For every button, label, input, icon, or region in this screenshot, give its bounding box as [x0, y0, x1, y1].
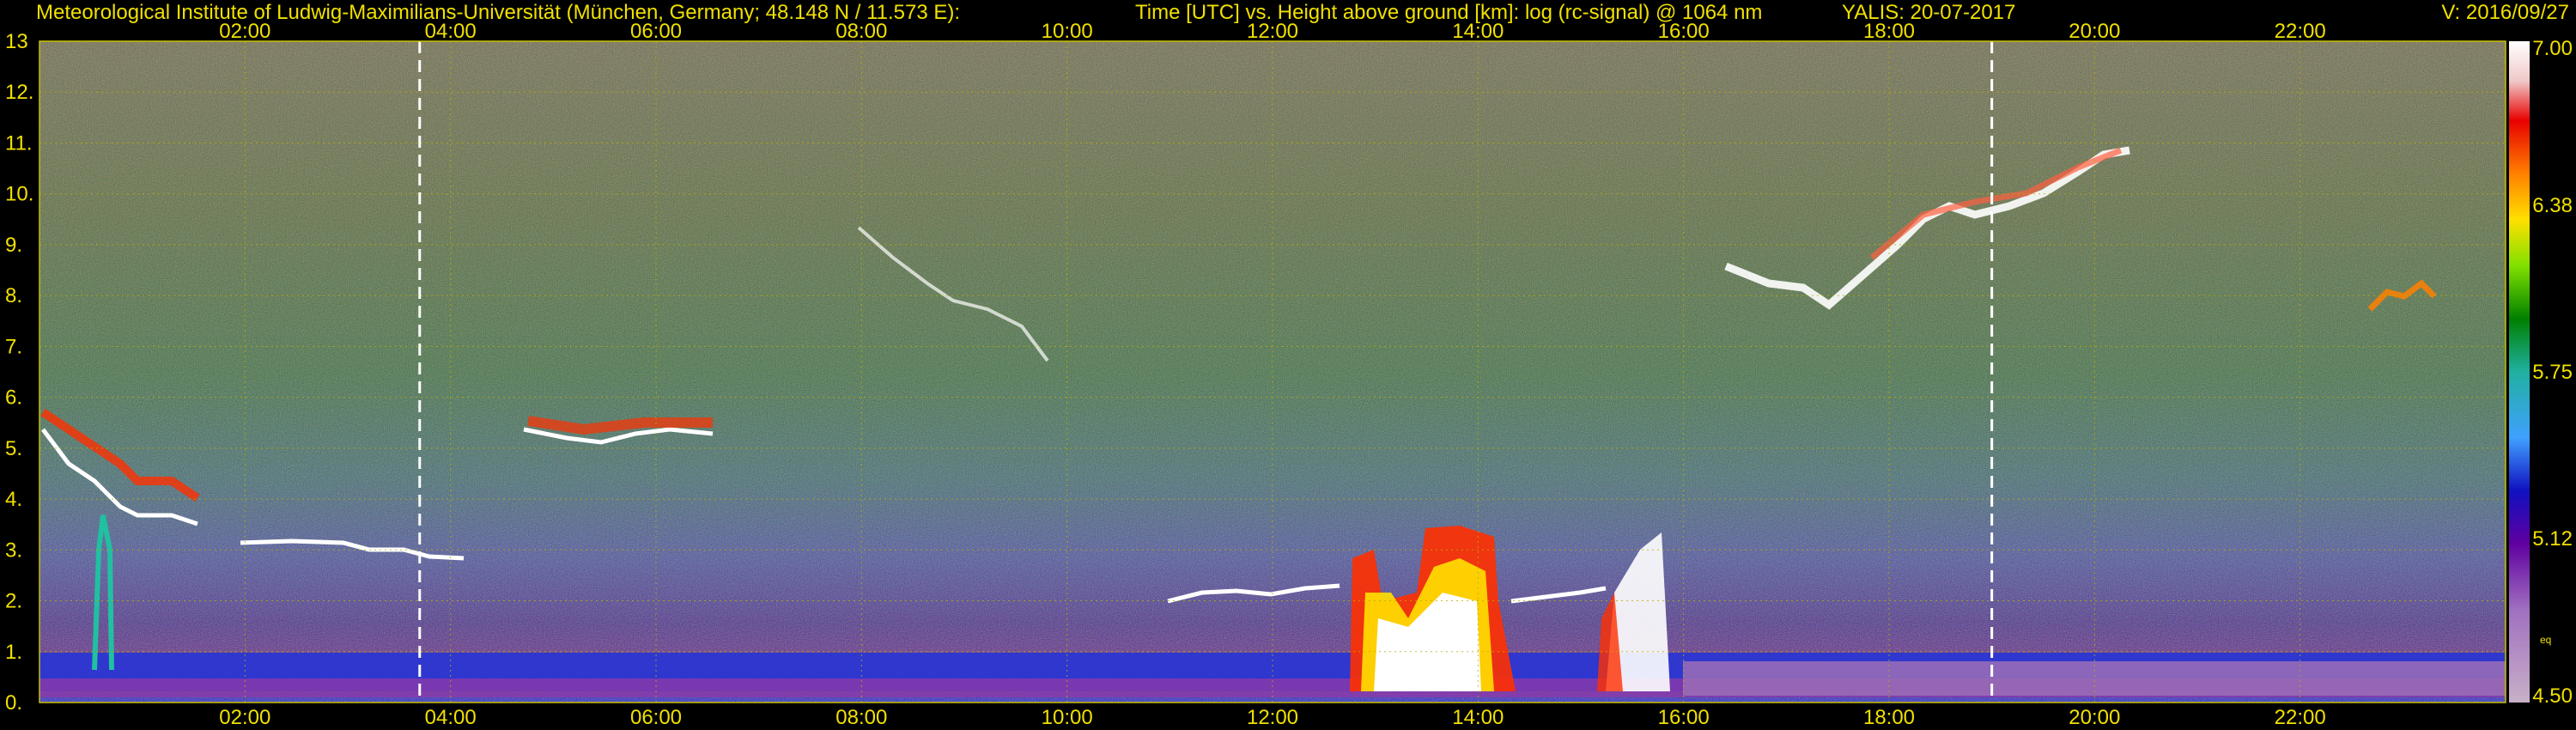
header-institute: Meteorological Institute of Ludwig-Maxim… [36, 1, 960, 24]
x-tick-label-bottom: 22:00 [2275, 706, 2326, 729]
y-tick-label: 9. [5, 234, 22, 257]
y-tick-label: 3. [5, 538, 22, 562]
colorbar: 7.00 6.38 5.75 5.12 eq 4.50 [2509, 37, 2573, 708]
x-tick-label-bottom: 16:00 [1658, 706, 1710, 729]
x-axis-bottom: 02:00 04:00 06:00 08:00 10:00 12:00 14:00 16:00… [219, 706, 2325, 729]
y-tick-label: 8. [5, 284, 22, 307]
x-tick-label-bottom: 02:00 [219, 706, 270, 729]
x-tick-label-top: 08:00 [835, 20, 887, 43]
x-tick-label-top: 20:00 [2069, 20, 2120, 43]
x-tick-label-top: 22:00 [2275, 20, 2326, 43]
y-tick-label: 1. [5, 641, 22, 664]
y-tick-label: 4. [5, 488, 22, 511]
colorbar-label: 5.75 [2532, 361, 2573, 384]
y-tick-label: 11. [5, 131, 33, 155]
x-tick-label-top: 14:00 [1452, 20, 1504, 43]
x-tick-label-bottom: 20:00 [2069, 706, 2120, 729]
x-tick-label-bottom: 06:00 [630, 706, 682, 729]
x-tick-label-top: 12:00 [1247, 20, 1298, 43]
x-tick-label-top: 18:00 [1863, 20, 1915, 43]
colorbar-label: 4.50 [2532, 684, 2573, 708]
colorbar-labels: 7.00 6.38 5.75 5.12 eq 4.50 [2532, 37, 2573, 708]
y-tick-label: 6. [5, 386, 22, 410]
x-tick-label-bottom: 12:00 [1247, 706, 1298, 729]
x-tick-label-bottom: 10:00 [1042, 706, 1093, 729]
y-tick-label: 7. [5, 335, 22, 358]
y-tick-label: 12. [5, 81, 33, 104]
x-tick-label-bottom: 08:00 [835, 706, 887, 729]
x-tick-label-top: 06:00 [630, 20, 682, 43]
x-tick-label-top: 16:00 [1658, 20, 1710, 43]
x-tick-label-top: 10:00 [1042, 20, 1093, 43]
x-tick-label-bottom: 18:00 [1863, 706, 1915, 729]
x-tick-label-top: 02:00 [219, 20, 270, 43]
y-tick-label: 5. [5, 437, 22, 460]
y-tick-label: 10. [5, 183, 33, 206]
y-axis: 0. 1. 2. 3. 4. 5. 6. 7. 8. 9. 10. 11. 12. 13 [5, 30, 33, 715]
colorbar-label: 6.38 [2532, 194, 2573, 217]
colorbar-label: eq [2540, 634, 2551, 646]
y-tick-label: 0. [5, 691, 22, 715]
x-tick-label-top: 04:00 [425, 20, 477, 43]
colorbar-gradient [2509, 41, 2530, 703]
colorbar-label: 5.12 [2532, 527, 2573, 551]
header-version: V: 2016/09/27 [2441, 1, 2569, 24]
y-tick-label: 2. [5, 590, 22, 613]
lidar-plot-figure: Meteorological Institute of Ludwig-Maxim… [5, 1, 2573, 729]
y-tick-label: 13 [5, 30, 28, 53]
x-tick-label-bottom: 04:00 [425, 706, 477, 729]
plot-area [39, 40, 2506, 703]
colorbar-label: 7.00 [2532, 37, 2573, 60]
x-tick-label-bottom: 14:00 [1452, 706, 1504, 729]
